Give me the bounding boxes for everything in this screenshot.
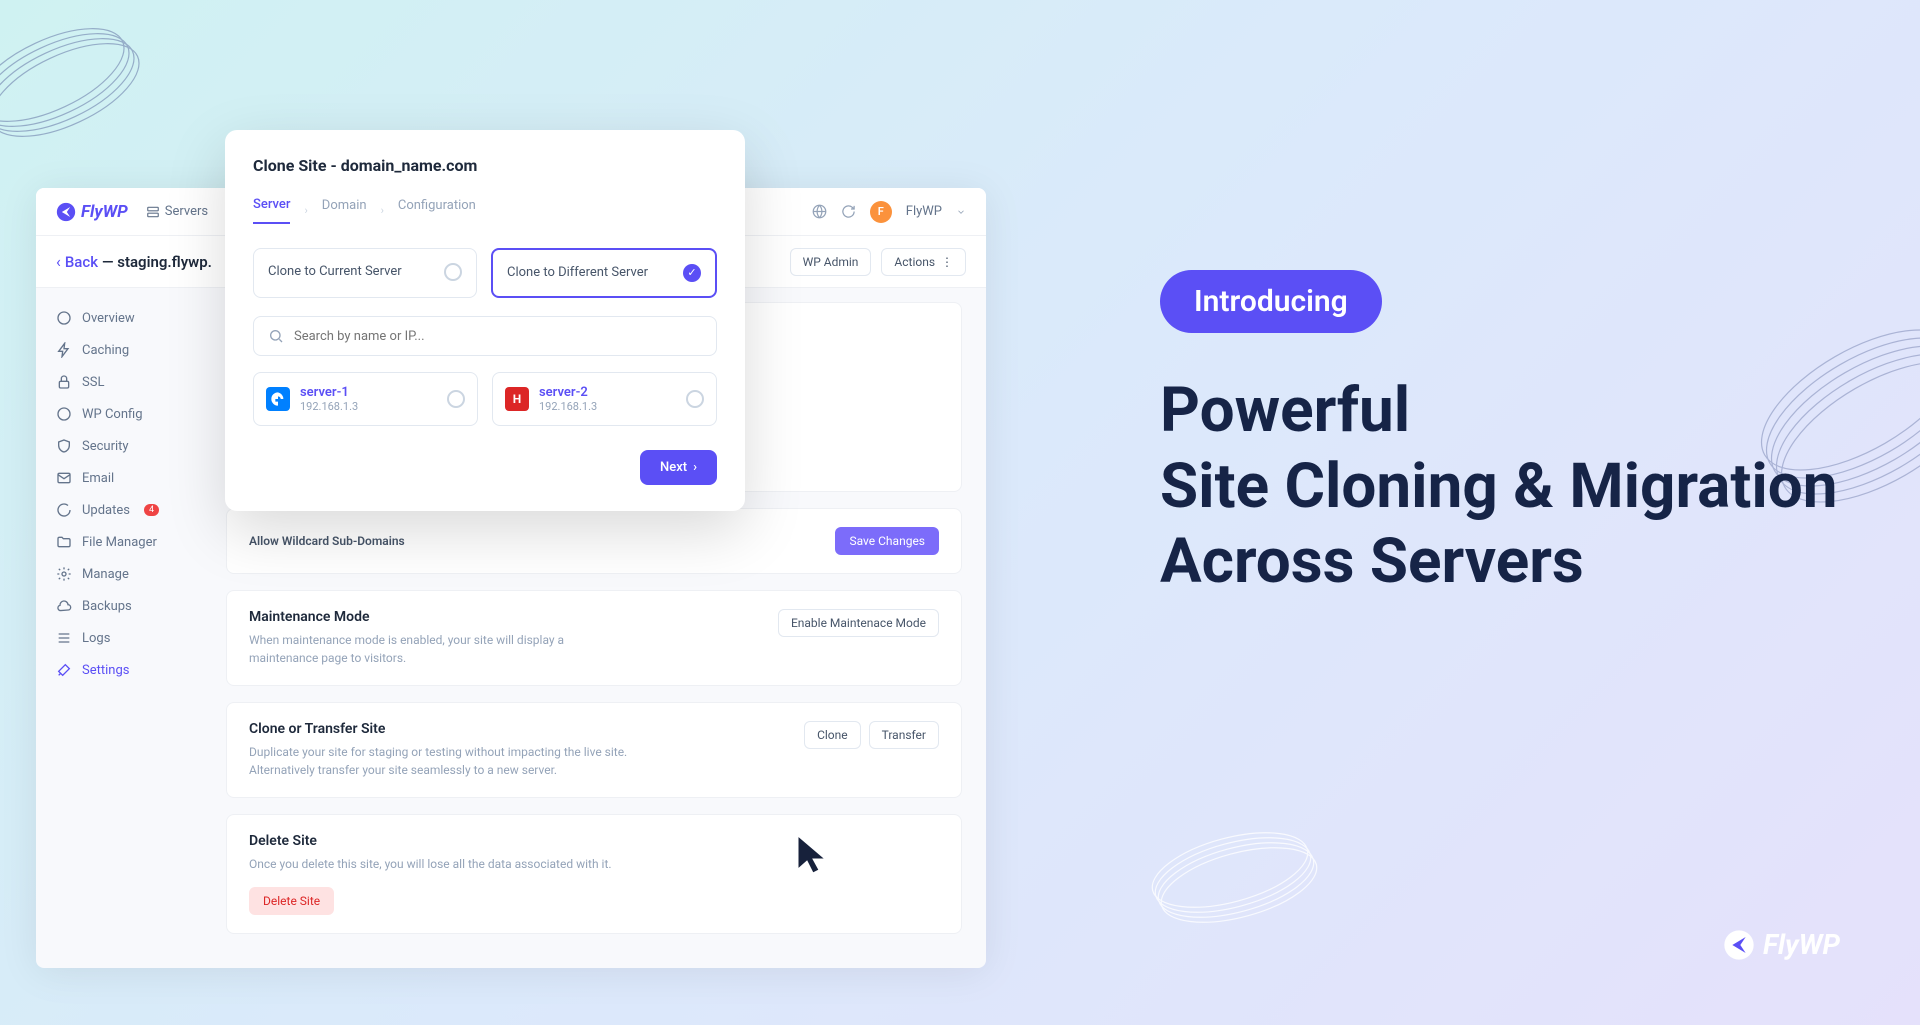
sidebar-item-caching[interactable]: Caching xyxy=(36,334,216,366)
sidebar-item-logs[interactable]: Logs xyxy=(36,622,216,654)
brand-corner: FlyWP xyxy=(1723,928,1840,961)
avatar[interactable]: F xyxy=(870,201,892,223)
maintenance-title: Maintenance Mode xyxy=(249,609,629,625)
transfer-button[interactable]: Transfer xyxy=(869,721,939,749)
flywp-logo-icon xyxy=(1723,929,1755,961)
radio-checked-icon xyxy=(683,264,701,282)
wildcard-label: Allow Wildcard Sub-Domains xyxy=(249,534,405,548)
tools-icon xyxy=(56,662,72,678)
cloud-icon xyxy=(56,598,72,614)
updates-badge: 4 xyxy=(144,504,159,516)
sidebar-item-filemanager[interactable]: File Manager xyxy=(36,526,216,558)
radio-unchecked-icon xyxy=(447,390,465,408)
next-button[interactable]: Next› xyxy=(640,450,717,485)
sidebar-item-email[interactable]: Email xyxy=(36,462,216,494)
tab-domain[interactable]: Domain xyxy=(322,198,367,223)
sidebar-item-backups[interactable]: Backups xyxy=(36,590,216,622)
mail-icon xyxy=(56,470,72,486)
sidebar-item-updates[interactable]: Updates4 xyxy=(36,494,216,526)
globe-icon xyxy=(56,310,72,326)
sidebar-item-security[interactable]: Security xyxy=(36,430,216,462)
tab-configuration[interactable]: Configuration xyxy=(398,198,476,223)
clone-transfer-desc: Duplicate your site for staging or testi… xyxy=(249,743,629,779)
search-icon xyxy=(268,328,284,344)
marketing-panel: Introducing PowerfulSite Cloning & Migra… xyxy=(1160,270,1840,600)
server-option-2[interactable]: H server-2 192.168.1.3 xyxy=(492,372,717,426)
wp-admin-button[interactable]: WP Admin xyxy=(790,248,872,276)
lightning-icon xyxy=(56,342,72,358)
sidebar-item-ssl[interactable]: SSL xyxy=(36,366,216,398)
folder-icon xyxy=(56,534,72,550)
refresh-icon[interactable] xyxy=(841,204,856,219)
refresh-icon xyxy=(56,502,72,518)
radio-unchecked-icon xyxy=(686,390,704,408)
gear-icon xyxy=(56,566,72,582)
servers-icon xyxy=(146,205,160,219)
maintenance-desc: When maintenance mode is enabled, your s… xyxy=(249,631,629,667)
option-clone-different[interactable]: Clone to Different Server xyxy=(491,248,717,298)
server-name: server-1 xyxy=(300,385,437,400)
wildcard-card: Allow Wildcard Sub-Domains Save Changes xyxy=(226,508,962,574)
user-name[interactable]: FlyWP xyxy=(906,204,942,219)
shield-icon xyxy=(56,438,72,454)
sidebar-item-wpconfig[interactable]: WP Config xyxy=(36,398,216,430)
actions-button[interactable]: Actions ⋮ xyxy=(881,248,966,276)
clone-site-modal: Clone Site - domain_name.com Server › Do… xyxy=(225,130,745,511)
search-input[interactable] xyxy=(294,329,702,344)
delete-desc: Once you delete this site, you will lose… xyxy=(249,855,939,873)
option-clone-current[interactable]: Clone to Current Server xyxy=(253,248,477,298)
sidebar-item-manage[interactable]: Manage xyxy=(36,558,216,590)
save-changes-button[interactable]: Save Changes xyxy=(835,527,939,555)
cursor-icon xyxy=(795,833,831,877)
server-name: server-2 xyxy=(539,385,676,400)
globe-icon[interactable] xyxy=(812,204,827,219)
chevron-right-icon: › xyxy=(381,204,384,217)
digitalocean-icon xyxy=(266,387,290,411)
search-box[interactable] xyxy=(253,316,717,356)
clone-button[interactable]: Clone xyxy=(804,721,861,749)
server-ip: 192.168.1.3 xyxy=(300,400,437,413)
server-ip: 192.168.1.3 xyxy=(539,400,676,413)
chevron-down-icon[interactable] xyxy=(956,207,966,217)
hetzner-icon: H xyxy=(505,387,529,411)
sidebar-item-overview[interactable]: Overview xyxy=(36,302,216,334)
introducing-pill: Introducing xyxy=(1160,270,1382,333)
chevron-right-icon: › xyxy=(304,204,307,217)
back-link[interactable]: Back xyxy=(65,253,98,271)
chevron-right-icon: › xyxy=(693,460,697,475)
maintenance-card: Maintenance Mode When maintenance mode i… xyxy=(226,590,962,686)
delete-site-button[interactable]: Delete Site xyxy=(249,887,334,915)
clone-transfer-title: Clone or Transfer Site xyxy=(249,721,629,737)
servers-link[interactable]: Servers xyxy=(146,204,208,219)
radio-unchecked-icon xyxy=(444,263,462,281)
flywp-logo-icon xyxy=(56,202,76,222)
clone-transfer-card: Clone or Transfer Site Duplicate your si… xyxy=(226,702,962,798)
breadcrumb: — staging.flywp. xyxy=(102,253,212,271)
lock-icon xyxy=(56,374,72,390)
headline: PowerfulSite Cloning & Migration Across … xyxy=(1160,373,1840,600)
modal-tabs: Server › Domain › Configuration xyxy=(253,197,717,224)
delete-title: Delete Site xyxy=(249,833,939,849)
modal-title: Clone Site - domain_name.com xyxy=(253,156,717,175)
server-option-1[interactable]: server-1 192.168.1.3 xyxy=(253,372,478,426)
sidebar: Overview Caching SSL WP Config Security … xyxy=(36,288,216,968)
wordpress-icon xyxy=(56,406,72,422)
tab-server[interactable]: Server xyxy=(253,197,290,224)
brand-logo[interactable]: FlyWP xyxy=(56,202,128,222)
enable-maintenance-button[interactable]: Enable Maintenace Mode xyxy=(778,609,939,637)
delete-card: Delete Site Once you delete this site, y… xyxy=(226,814,962,934)
sidebar-item-settings[interactable]: Settings xyxy=(36,654,216,686)
list-icon xyxy=(56,630,72,646)
